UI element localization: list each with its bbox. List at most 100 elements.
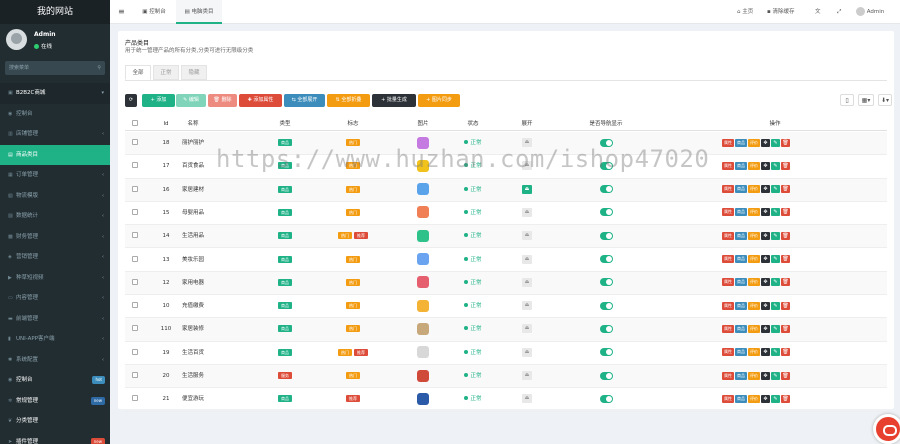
edit-icon[interactable]: ✎	[771, 255, 780, 263]
delete-icon[interactable]: 🗑	[781, 231, 790, 240]
edit-icon[interactable]: ✎	[771, 161, 780, 170]
toolbar-button-4[interactable]: ✚ 添加属性	[239, 94, 282, 107]
toolbar-button-8[interactable]: + 图片同步	[418, 94, 460, 107]
expand-toggle-icon[interactable]: ⏏	[522, 277, 532, 287]
edit-icon[interactable]: ✎	[771, 324, 780, 333]
tab-all[interactable]: 全部	[125, 65, 151, 80]
sidebar-item-10[interactable]: ▭ 内容管理 ‹	[0, 288, 110, 309]
sidebar-item-12[interactable]: ▮ UNI-APP客户端 ‹	[0, 329, 110, 350]
table-row[interactable]: 10 充值缴费 商品 热门 正常 ⏏ 属性 商品 评价 ✥ ✎ 🗑	[125, 295, 887, 319]
row-expand[interactable]: ⏏	[507, 365, 547, 388]
row-expand[interactable]: ⏏	[507, 342, 547, 365]
expand-toggle-icon[interactable]: ⏏	[522, 301, 532, 311]
delete-icon[interactable]: 🗑	[781, 255, 790, 263]
col-type[interactable]: 类型	[265, 117, 305, 131]
sidebar-item-3[interactable]: ▤ 商品类目	[0, 144, 110, 165]
nav-display-toggle[interactable]	[599, 278, 613, 287]
move-icon[interactable]: ✥	[761, 185, 770, 194]
action-2-button[interactable]: 评价	[748, 394, 760, 403]
table-row[interactable]: 19 生活百货 商品 热门 推荐 正常 ⏏ 属性 商品 评价 ✥ ✎ 🗑	[125, 342, 887, 365]
row-checkbox[interactable]	[128, 388, 142, 411]
row-expand[interactable]: ⏏	[507, 225, 547, 248]
expand-toggle-icon[interactable]: ⏏	[522, 254, 532, 264]
action-2-button[interactable]: 评价	[748, 231, 760, 240]
nav-display-toggle[interactable]	[599, 231, 613, 240]
columns-icon[interactable]: ▦▾	[858, 94, 874, 106]
trash-bin-icon[interactable]: ▯	[840, 94, 854, 106]
row-checkbox[interactable]	[128, 202, 142, 225]
nav-display-toggle[interactable]	[599, 371, 613, 380]
admin-menu[interactable]: Admin	[856, 0, 884, 24]
row-expand[interactable]: ⏏	[507, 295, 547, 318]
toolbar-button-2[interactable]: ✎ 编辑	[176, 94, 206, 107]
action-2-button[interactable]: 评价	[748, 208, 760, 217]
category-image[interactable]	[417, 159, 429, 172]
category-image[interactable]	[417, 369, 429, 382]
avatar[interactable]	[6, 29, 27, 50]
tab-category[interactable]: ▤ 电脑类目	[176, 0, 222, 24]
sidebar-item-7[interactable]: ▩ 财务管理 ‹	[0, 227, 110, 248]
delete-icon[interactable]: 🗑	[781, 301, 790, 310]
table-row[interactable]: 20 生活服务 服务 热门 正常 ⏏ 属性 商品 评价 ✥ ✎ 🗑	[125, 365, 887, 389]
nav-display-toggle[interactable]	[599, 255, 613, 263]
action-2-button[interactable]: 评价	[748, 348, 760, 357]
edit-icon[interactable]: ✎	[771, 301, 780, 310]
menu-toggle-icon[interactable]: ≡	[118, 0, 125, 24]
table-row[interactable]: 12 家用电器 商品 热门 正常 ⏏ 属性 商品 评价 ✥ ✎ 🗑	[125, 271, 887, 296]
action-0-button[interactable]: 属性	[722, 324, 734, 333]
category-image[interactable]	[417, 322, 429, 335]
row-checkbox[interactable]	[128, 342, 142, 365]
col-image[interactable]: 图片	[403, 117, 443, 131]
action-1-button[interactable]: 商品	[735, 301, 747, 310]
sidebar-item-17[interactable]: ➤ 插件管理 new	[0, 432, 110, 444]
category-image[interactable]	[417, 276, 429, 289]
action-0-button[interactable]: 属性	[722, 278, 734, 287]
action-2-button[interactable]: 评价	[748, 371, 760, 380]
action-1-button[interactable]: 商品	[735, 278, 747, 287]
refresh-button[interactable]: ⟳	[125, 94, 137, 107]
expand-toggle-icon[interactable]: ⏏	[522, 371, 532, 380]
row-checkbox[interactable]	[128, 132, 142, 155]
edit-icon[interactable]: ✎	[771, 371, 780, 380]
col-name[interactable]: 名称	[173, 117, 213, 131]
delete-icon[interactable]: 🗑	[781, 138, 790, 147]
col-status[interactable]: 状态	[453, 117, 493, 131]
action-1-button[interactable]: 商品	[735, 208, 747, 217]
row-checkbox[interactable]	[128, 295, 142, 318]
expand-toggle-icon[interactable]: ⏏	[522, 324, 532, 334]
export-icon[interactable]: ⬇▾	[878, 94, 892, 106]
language-icon[interactable]: 文	[815, 0, 821, 24]
action-1-button[interactable]: 商品	[735, 185, 747, 194]
row-nav-switch[interactable]	[591, 155, 621, 178]
delete-icon[interactable]: 🗑	[781, 185, 790, 194]
sidebar-item-4[interactable]: ▦ 订单管理 ‹	[0, 165, 110, 186]
move-icon[interactable]: ✥	[761, 278, 770, 287]
move-icon[interactable]: ✥	[761, 231, 770, 240]
toolbar-button-5[interactable]: ⇆ 全部展开	[284, 94, 325, 107]
category-image[interactable]	[417, 229, 429, 242]
row-expand[interactable]: ⏏	[507, 249, 547, 272]
category-image[interactable]	[417, 253, 429, 265]
delete-icon[interactable]: 🗑	[781, 161, 790, 170]
row-nav-switch[interactable]	[591, 179, 621, 202]
category-image[interactable]	[417, 206, 429, 219]
action-2-button[interactable]: 评价	[748, 138, 760, 147]
delete-icon[interactable]: 🗑	[781, 278, 790, 287]
expand-toggle-icon[interactable]: ⏏	[522, 231, 532, 241]
action-2-button[interactable]: 评价	[748, 278, 760, 287]
move-icon[interactable]: ✥	[761, 301, 770, 310]
action-1-button[interactable]: 商品	[735, 255, 747, 263]
row-expand[interactable]: ⏏	[507, 132, 547, 155]
table-row[interactable]: 13 美妆乐园 商品 热门 正常 ⏏ 属性 商品 评价 ✥ ✎ 🗑	[125, 249, 887, 272]
action-1-button[interactable]: 商品	[735, 371, 747, 380]
expand-toggle-icon[interactable]: ⏏	[522, 138, 532, 147]
nav-display-toggle[interactable]	[599, 301, 613, 310]
col-nav-show[interactable]: 是否导航显示	[571, 117, 641, 131]
sidebar-item-5[interactable]: ▧ 物流模版 ‹	[0, 186, 110, 207]
delete-icon[interactable]: 🗑	[781, 348, 790, 357]
move-icon[interactable]: ✥	[761, 324, 770, 333]
move-icon[interactable]: ✥	[761, 255, 770, 263]
edit-icon[interactable]: ✎	[771, 394, 780, 403]
row-nav-switch[interactable]	[591, 342, 621, 365]
category-image[interactable]	[417, 392, 429, 405]
